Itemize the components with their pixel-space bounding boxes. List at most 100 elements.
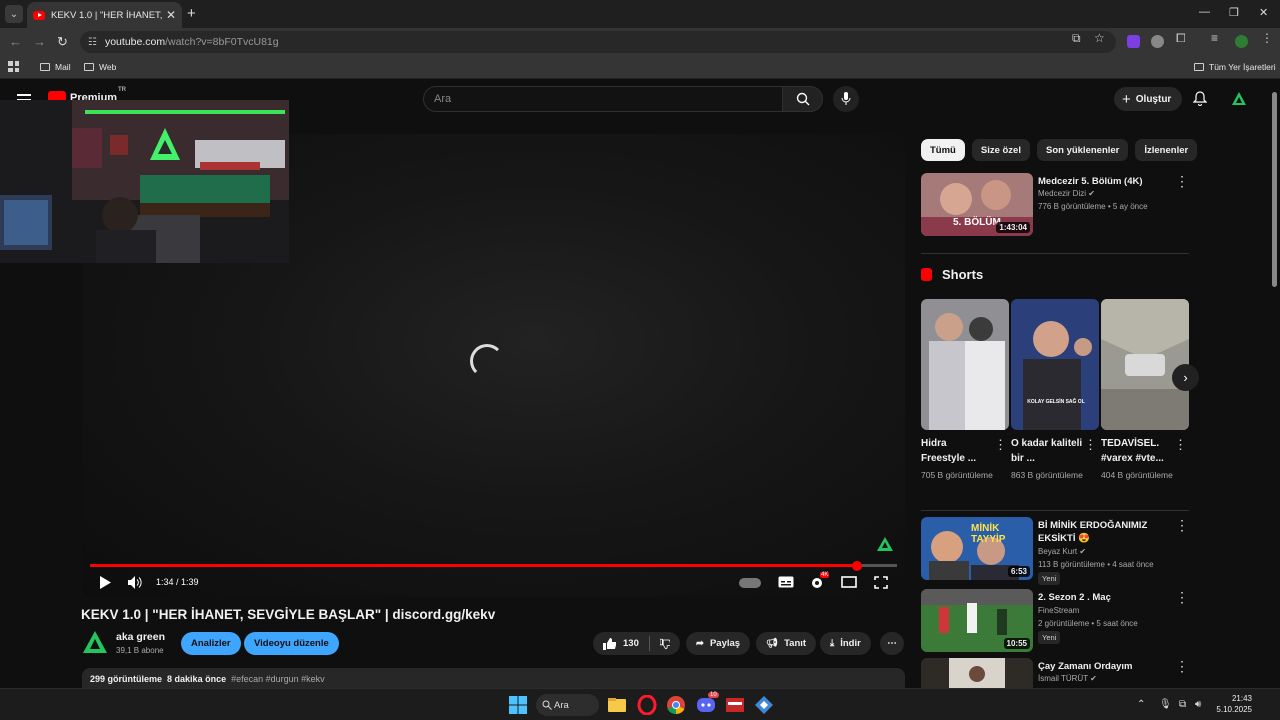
recommended-video[interactable]: Çay Zamanı Ordayım İsmail TÜRÜT ✔ ⋮ [921, 658, 1189, 688]
recommended-video[interactable]: 10:55 2. Sezon 2 . Maç FineStream 2 görü… [921, 589, 1189, 653]
more-options-icon[interactable]: ⋮ [1175, 590, 1189, 604]
more-options-icon[interactable]: ⋮ [1175, 174, 1189, 188]
account-avatar-icon[interactable] [1231, 91, 1247, 106]
theater-mode-icon[interactable] [841, 576, 857, 588]
recommended-video[interactable]: 5. BÖLÜM 1:43:04 Medcezir 5. Bölüm (4K) … [921, 173, 1189, 237]
close-window-icon[interactable]: ✕ [1259, 6, 1268, 19]
forward-icon[interactable]: → [33, 34, 46, 49]
voice-search-button[interactable] [833, 86, 859, 112]
settings-gear-icon[interactable] [810, 576, 824, 590]
app-icon[interactable] [754, 695, 774, 715]
chip-watched[interactable]: İzlenenler [1135, 139, 1198, 161]
apps-grid-icon[interactable] [8, 61, 19, 72]
back-icon[interactable]: ← [9, 34, 22, 49]
recommended-video[interactable]: MİNİK TAYYİP 6:53 Bİ MİNİK ERDOĞANIMIZ E… [921, 517, 1189, 585]
extension-icon[interactable] [1127, 35, 1140, 48]
extensions-puzzle-icon[interactable]: ⧠ [1176, 31, 1186, 46]
discord-icon[interactable] [696, 695, 716, 715]
channel-name[interactable]: FineStream [1038, 606, 1079, 615]
camera-extension-icon[interactable] [1151, 35, 1164, 48]
bookmark-star-icon[interactable]: ☆ [1094, 31, 1105, 45]
more-actions-button[interactable]: ⋯ [880, 632, 904, 655]
fullscreen-icon[interactable] [874, 576, 888, 589]
chip-for-you[interactable]: Size özel [971, 139, 1030, 161]
channel-name[interactable]: İsmail TÜRÜT ✔ [1038, 674, 1097, 683]
install-app-icon[interactable]: ⧉ [1072, 31, 1081, 46]
video-thumbnail[interactable]: 10:55 [921, 589, 1033, 652]
new-tab-button[interactable]: + [187, 5, 196, 22]
opera-icon[interactable] [637, 695, 657, 715]
hashtags[interactable]: #efecan #durgun #kekv [231, 674, 325, 684]
bookmark-mail[interactable]: Mail [40, 62, 71, 72]
edit-video-button[interactable]: Videoyu düzenle [244, 632, 339, 655]
promote-button[interactable]: 📢︎ Tanıt [756, 632, 817, 655]
more-options-icon[interactable]: ⋮ [994, 437, 1007, 453]
address-bar[interactable]: ☷ youtube.com/watch?v=8bF0TvcU81g [80, 31, 1116, 53]
short-item[interactable]: TEDAVİSEL. #varex #vte... 404 B görüntül… [1101, 299, 1189, 483]
bookmark-web[interactable]: Web [84, 62, 116, 72]
speaker-icon[interactable]: 🔊︎ [1195, 699, 1201, 710]
channel-watermark-icon[interactable] [877, 537, 893, 551]
scrubber-handle[interactable] [851, 560, 862, 571]
analytics-button[interactable]: Analizler [181, 632, 241, 655]
shorts-next-button[interactable]: › [1172, 364, 1199, 391]
system-clock[interactable]: 21:43 5.10.2025 [1210, 693, 1252, 715]
channel-name[interactable]: Beyaz Kurt ✔ [1038, 547, 1086, 556]
thumbs-down-icon[interactable] [659, 638, 670, 650]
chip-recently-uploaded[interactable]: Son yüklenenler [1036, 139, 1129, 161]
show-hidden-icons-icon[interactable]: ⌃ [1137, 699, 1145, 710]
network-icon[interactable]: ⧉ [1179, 699, 1186, 710]
all-bookmarks[interactable]: Tüm Yer İşaretleri [1194, 62, 1276, 72]
taskbar-search[interactable]: Ara [536, 694, 599, 716]
more-options-icon[interactable]: ⋮ [1175, 518, 1189, 532]
minimize-icon[interactable]: — [1199, 6, 1210, 18]
page-scrollbar[interactable] [1268, 80, 1280, 688]
search-input[interactable]: Ara [423, 86, 782, 112]
short-thumbnail[interactable]: KOLAY GELSİN SAĞ OL [1011, 299, 1099, 430]
video-duration: 10:55 [1003, 638, 1030, 649]
video-thumbnail[interactable]: MİNİK TAYYİP 6:53 [921, 517, 1033, 580]
chip-all[interactable]: Tümü [921, 139, 965, 161]
notifications-bell-icon[interactable] [1193, 91, 1207, 106]
section-divider [921, 510, 1189, 511]
autoplay-toggle[interactable] [739, 578, 761, 588]
more-options-icon[interactable]: ⋮ [1175, 659, 1189, 673]
tab-search-menu[interactable]: ⌄ [5, 5, 23, 23]
channel-avatar[interactable] [83, 631, 107, 653]
browser-tab-active[interactable]: KEKV 1.0 | "HER İHANET, SEVGİ ✕ [27, 2, 182, 28]
short-item[interactable]: KOLAY GELSİN SAĞ OL O kadar kaliteli bir… [1011, 299, 1099, 483]
channel-name[interactable]: Medcezir Dizi ✔ [1038, 189, 1095, 198]
video-thumbnail[interactable]: 5. BÖLÜM 1:43:04 [921, 173, 1033, 236]
video-thumbnail[interactable] [921, 658, 1033, 688]
short-item[interactable]: Hidra Freestyle ... 705 B görüntüleme ⋮ [921, 299, 1009, 483]
subtitles-icon[interactable] [778, 576, 794, 588]
short-thumbnail[interactable] [921, 299, 1009, 430]
site-info-icon[interactable]: ☷ [88, 37, 97, 48]
file-explorer-icon[interactable] [607, 695, 627, 715]
play-icon[interactable] [99, 576, 111, 589]
volume-icon[interactable] [128, 576, 143, 589]
search-button[interactable] [782, 86, 823, 112]
section-divider [921, 253, 1189, 254]
close-tab-icon[interactable]: ✕ [166, 8, 176, 22]
more-options-icon[interactable]: ⋮ [1084, 437, 1097, 453]
progress-bar[interactable] [90, 560, 897, 571]
microphone-tray-icon[interactable]: 🎙︎ [1159, 699, 1172, 710]
windows-start-icon[interactable] [508, 695, 528, 715]
scrollbar-thumb[interactable] [1272, 92, 1277, 287]
channel-name[interactable]: aka green [116, 631, 165, 643]
browser-menu-icon[interactable]: ⋮ [1261, 31, 1273, 45]
download-button[interactable]: ⤓ İndir [820, 632, 871, 655]
like-button[interactable]: 130 [603, 637, 639, 650]
more-options-icon[interactable]: ⋮ [1174, 437, 1187, 453]
media-controls-icon[interactable]: ≡ [1211, 31, 1218, 45]
chrome-icon[interactable] [666, 695, 686, 715]
maximize-icon[interactable]: ❐ [1229, 6, 1239, 19]
short-thumbnail[interactable] [1101, 299, 1189, 430]
profile-avatar-icon[interactable] [1235, 35, 1248, 48]
create-button[interactable]: + Oluştur [1114, 87, 1182, 111]
description-box[interactable]: 299 görüntüleme 8 dakika önce #efecan #d… [82, 668, 905, 688]
reload-icon[interactable]: ↻ [57, 34, 68, 50]
streaming-app-icon[interactable] [725, 695, 745, 715]
share-button[interactable]: ➦ Paylaş [686, 632, 751, 655]
